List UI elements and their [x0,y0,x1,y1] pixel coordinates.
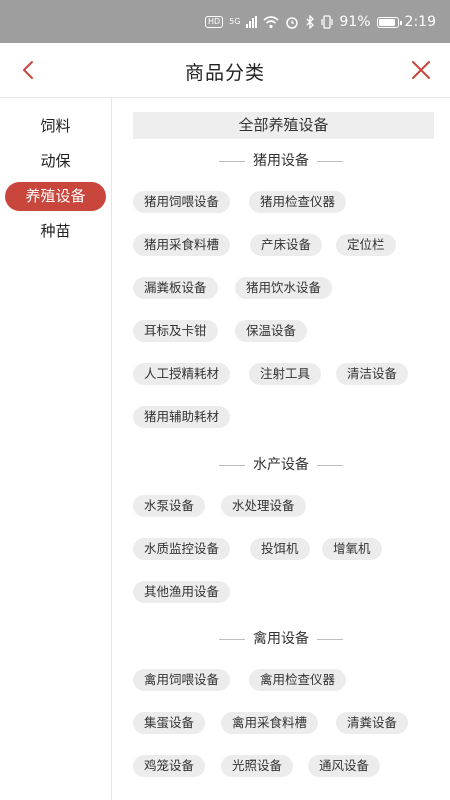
section-title-text: 禽用设备 [253,631,309,647]
divider [317,160,343,162]
tag-item[interactable]: 其他渔用设备 [133,581,231,603]
all-category-button[interactable]: 全部养殖设备 [133,112,434,139]
tag-item[interactable]: 清洁设备 [336,363,409,385]
signal-icon [246,16,258,28]
tag-item[interactable]: 禽用检查仪器 [249,669,347,691]
network-type: 5G [229,17,241,26]
page-title: 商品分类 [184,62,265,84]
divider [317,464,343,466]
header: 商品分类 [0,43,450,98]
tag-item[interactable]: 投饵机 [250,538,310,560]
tag-item[interactable]: 集蛋设备 [133,712,206,734]
tag-item[interactable]: 猪用饮水设备 [235,277,333,299]
tag-item[interactable]: 定位栏 [336,234,396,256]
tag-item[interactable]: 增氧机 [322,538,382,560]
section-title-poultry: 禽用设备 [112,629,450,649]
tag-item[interactable]: 水处理设备 [221,495,306,517]
divider [317,638,343,640]
wifi-icon [263,16,279,29]
section-title-pig: 猪用设备 [112,151,450,171]
section-title-aquatic: 水产设备 [112,455,450,475]
tag-item[interactable]: 水质监控设备 [133,538,231,560]
tag-item[interactable]: 通风设备 [308,755,381,777]
battery-icon [376,16,402,28]
tag-item[interactable]: 猪用采食料槽 [133,234,231,256]
alarm-icon [286,17,299,29]
tag-item[interactable]: 漏粪板设备 [133,277,218,299]
sidebar-item-breeding-equipment[interactable]: 养殖设备 [5,182,106,211]
hd-badge: HD [204,16,224,28]
sidebar-item-animal-health[interactable]: 动保 [5,147,106,176]
tag-item[interactable]: 猪用辅助耗材 [133,406,231,428]
tag-item[interactable]: 水泵设备 [133,495,206,517]
status-bar: HD 5G 91% 2:19 [0,0,450,43]
category-sidebar: 饲料 动保 养殖设备 种苗 [0,98,112,800]
tag-item[interactable]: 鸡笼设备 [133,755,206,777]
close-icon[interactable] [408,57,434,83]
tag-item[interactable]: 保温设备 [235,320,308,342]
bluetooth-icon [306,15,315,29]
tag-item[interactable]: 人工授精耗材 [133,363,231,385]
category-content: 全部养殖设备 猪用设备 猪用饲喂设备 猪用检查仪器 猪用采食料槽 产床设备 定位… [112,98,450,800]
sidebar-item-feed[interactable]: 饲料 [5,112,106,141]
tag-item[interactable]: 猪用检查仪器 [249,191,347,213]
tag-item[interactable]: 产床设备 [250,234,323,256]
status-icons: HD 5G 91% 2:19 [204,12,436,32]
sidebar-item-seedlings[interactable]: 种苗 [5,217,106,246]
tag-item[interactable]: 禽用采食料槽 [221,712,319,734]
divider [219,638,245,640]
tag-item[interactable]: 清粪设备 [336,712,409,734]
section-title-text: 猪用设备 [253,153,309,169]
tag-item[interactable]: 光照设备 [221,755,294,777]
divider [219,464,245,466]
divider [219,160,245,162]
section-title-text: 水产设备 [253,457,309,473]
tag-item[interactable]: 猪用饲喂设备 [133,191,231,213]
battery-percent: 91% [339,14,371,30]
tag-item[interactable]: 禽用饲喂设备 [133,669,231,691]
tag-item[interactable]: 注射工具 [249,363,322,385]
vibrate-icon [321,15,334,29]
clock: 2:19 [404,14,436,30]
tag-item[interactable]: 耳标及卡钳 [133,320,218,342]
